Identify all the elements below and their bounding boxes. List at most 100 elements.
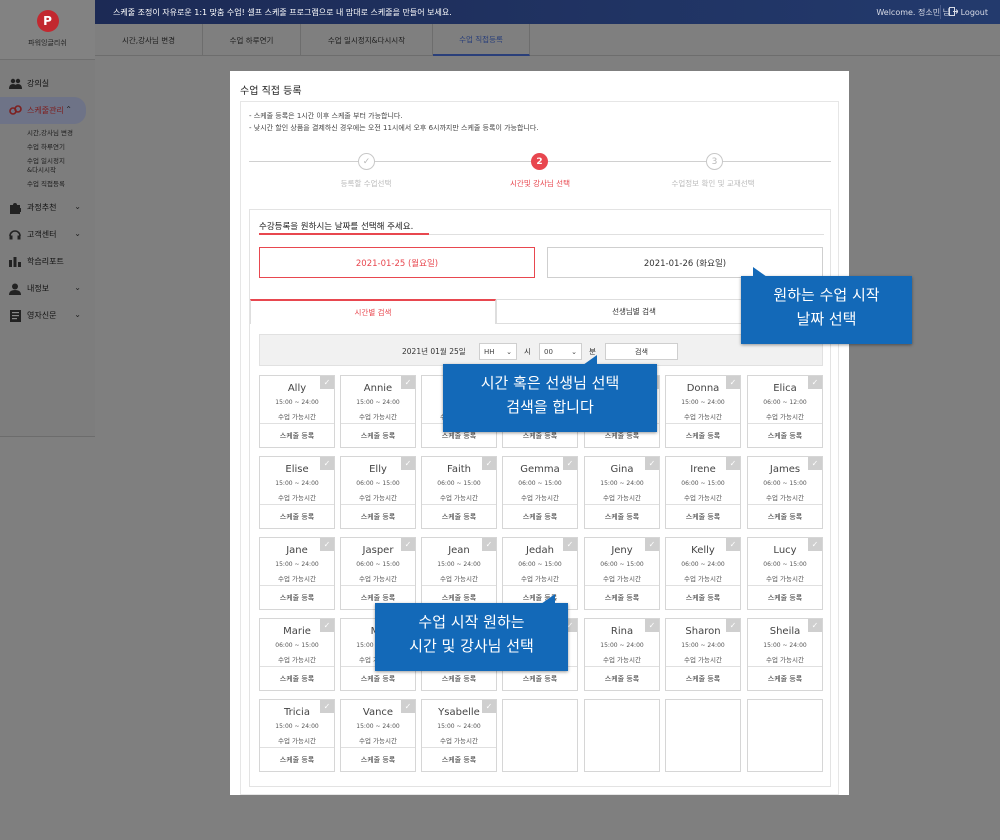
schedule-register-button[interactable]: 스케줄 등록	[260, 504, 334, 528]
teacher-name: Gemma	[520, 464, 560, 475]
teacher-card[interactable]: ✓ Jeny 06:00 ~ 15:00 수업 가능시간 스케줄 등록	[584, 537, 660, 610]
teacher-card[interactable]: ✓ Lucy 06:00 ~ 15:00 수업 가능시간 스케줄 등록	[747, 537, 823, 610]
teacher-card[interactable]: ✓ Annie 15:00 ~ 24:00 수업 가능시간 스케줄 등록	[340, 375, 416, 448]
tab-postpone[interactable]: 수업 하루연기	[203, 24, 301, 56]
teacher-card[interactable]: ✓ Elica 06:00 ~ 12:00 수업 가능시간 스케줄 등록	[747, 375, 823, 448]
teacher-time: 15:00 ~ 24:00	[437, 561, 481, 568]
schedule-register-button[interactable]: 스케줄 등록	[748, 423, 822, 447]
sidebar-item-label: 스케줄관리	[27, 106, 64, 115]
schedule-register-button[interactable]: 스케줄 등록	[666, 423, 740, 447]
schedule-register-button[interactable]: 스케줄 등록	[260, 747, 334, 771]
teacher-card[interactable]: ✓ Rina 15:00 ~ 24:00 수업 가능시간 스케줄 등록	[584, 618, 660, 691]
schedule-register-button[interactable]: 스케줄 등록	[260, 666, 334, 690]
teacher-card[interactable]: ✓ Sharon 15:00 ~ 24:00 수업 가능시간 스케줄 등록	[665, 618, 741, 691]
teacher-card[interactable]: ✓ Ally 15:00 ~ 24:00 수업 가능시간 스케줄 등록	[259, 375, 335, 448]
date-option-1[interactable]: 2021-01-25 (월요일)	[259, 247, 535, 278]
sidebar-subitem-postpone[interactable]: 수업 하루연기	[0, 143, 95, 152]
teacher-time: 06:00 ~ 15:00	[681, 480, 725, 487]
teacher-name: Sharon	[685, 626, 721, 637]
schedule-register-button[interactable]: 스케줄 등록	[260, 585, 334, 609]
tab-bar: 시간,강사님 변경 수업 하루연기 수업 일시정지&다시시작 수업 직접등록	[95, 24, 1000, 56]
teacher-card[interactable]: ✓ Faith 06:00 ~ 15:00 수업 가능시간 스케줄 등록	[421, 456, 497, 529]
teacher-card[interactable]: ✓ Irene 06:00 ~ 15:00 수업 가능시간 스케줄 등록	[665, 456, 741, 529]
teacher-card[interactable]: ✓ Kelly 06:00 ~ 24:00 수업 가능시간 스케줄 등록	[665, 537, 741, 610]
chart-icon	[8, 256, 22, 268]
schedule-register-button[interactable]: 스케줄 등록	[666, 666, 740, 690]
teacher-time: 15:00 ~ 24:00	[356, 723, 400, 730]
sidebar-item-newspaper[interactable]: 영자신문 ⌄	[0, 302, 95, 329]
available-time-label: 수업 가능시간	[766, 494, 804, 502]
teacher-card[interactable]: ✓ Elly 06:00 ~ 15:00 수업 가능시간 스케줄 등록	[340, 456, 416, 529]
sidebar-subitem-change[interactable]: 시간,강사님 변경	[0, 129, 95, 138]
sidebar-item-course[interactable]: 과정추천 ⌄	[0, 194, 95, 221]
teacher-card[interactable]: ✓ Jasper 06:00 ~ 15:00 수업 가능시간 스케줄 등록	[340, 537, 416, 610]
available-time-label: 수업 가능시간	[766, 575, 804, 583]
schedule-register-button[interactable]: 스케줄 등록	[260, 423, 334, 447]
teacher-card[interactable]: ✓ Sheila 15:00 ~ 24:00 수업 가능시간 스케줄 등록	[747, 618, 823, 691]
date-option-2[interactable]: 2021-01-26 (화요일)	[547, 247, 823, 278]
teacher-card[interactable]: ✓ Gemma 06:00 ~ 15:00 수업 가능시간 스케줄 등록	[502, 456, 578, 529]
teacher-card[interactable]: ✓ Marie 06:00 ~ 15:00 수업 가능시간 스케줄 등록	[259, 618, 335, 691]
teacher-card[interactable]: ✓ Vance 15:00 ~ 24:00 수업 가능시간 스케줄 등록	[340, 699, 416, 772]
teacher-card[interactable]: ✓ Ysabelle 15:00 ~ 24:00 수업 가능시간 스케줄 등록	[421, 699, 497, 772]
available-time-label: 수업 가능시간	[278, 413, 316, 421]
schedule-register-button[interactable]: 스케줄 등록	[585, 666, 659, 690]
schedule-register-button[interactable]: 스케줄 등록	[748, 666, 822, 690]
schedule-register-button[interactable]: 스케줄 등록	[748, 504, 822, 528]
sidebar-item-myinfo[interactable]: 내정보 ⌄	[0, 275, 95, 302]
chevron-down-icon: ⌄	[74, 202, 81, 211]
sidebar-subitem-pause[interactable]: 수업 일시정지 &다시시작	[0, 157, 72, 175]
teacher-time: 06:00 ~ 15:00	[275, 642, 319, 649]
schedule-register-button[interactable]: 스케줄 등록	[503, 504, 577, 528]
teacher-card[interactable]: ✓ Jean 15:00 ~ 24:00 수업 가능시간 스케줄 등록	[421, 537, 497, 610]
teacher-time: 06:00 ~ 24:00	[681, 561, 725, 568]
sidebar-item-report[interactable]: 학습리포트	[0, 248, 95, 275]
teacher-time: 15:00 ~ 24:00	[763, 642, 807, 649]
sidebar-item-classroom[interactable]: 강의실	[0, 70, 95, 97]
puzzle-icon	[8, 202, 22, 214]
search-button[interactable]: 검색	[605, 343, 678, 360]
teacher-time: 06:00 ~ 15:00	[518, 561, 562, 568]
teacher-card[interactable]: ✓ Jedah 06:00 ~ 15:00 수업 가능시간 스케줄 등록	[502, 537, 578, 610]
logo[interactable]: P 파워잉글리쉬	[0, 0, 95, 60]
teacher-card[interactable]: ✓ Tricia 15:00 ~ 24:00 수업 가능시간 스케줄 등록	[259, 699, 335, 772]
teacher-name: Jeny	[611, 545, 633, 556]
teacher-card[interactable]: ✓ Elise 15:00 ~ 24:00 수업 가능시간 스케줄 등록	[259, 456, 335, 529]
sidebar-item-support[interactable]: 고객센터 ⌄	[0, 221, 95, 248]
schedule-register-button[interactable]: 스케줄 등록	[341, 423, 415, 447]
user-icon	[8, 283, 22, 295]
teacher-card[interactable]: ✓ Jane 15:00 ~ 24:00 수업 가능시간 스케줄 등록	[259, 537, 335, 610]
teacher-card[interactable]: ✓ Donna 15:00 ~ 24:00 수업 가능시간 스케줄 등록	[665, 375, 741, 448]
teacher-time: 15:00 ~ 24:00	[356, 399, 400, 406]
teacher-name: Ally	[287, 383, 307, 394]
schedule-register-button[interactable]: 스케줄 등록	[422, 504, 496, 528]
schedule-register-button[interactable]: 스케줄 등록	[748, 585, 822, 609]
teacher-name: Elica	[773, 383, 797, 394]
schedule-register-button[interactable]: 스케줄 등록	[585, 585, 659, 609]
available-time-label: 수업 가능시간	[603, 656, 641, 664]
schedule-register-button[interactable]: 스케줄 등록	[666, 504, 740, 528]
teacher-card[interactable]: ✓ James 06:00 ~ 15:00 수업 가능시간 스케줄 등록	[747, 456, 823, 529]
date-heading: 수강등록을 원하시는 날짜를 선택해 주세요.	[259, 222, 414, 232]
tab-pause[interactable]: 수업 일시정지&다시시작	[301, 24, 433, 56]
logout-button[interactable]: Logout	[939, 5, 988, 19]
teacher-card[interactable]: ✓ Gina 15:00 ~ 24:00 수업 가능시간 스케줄 등록	[584, 456, 660, 529]
tab-change[interactable]: 시간,강사님 변경	[95, 24, 203, 56]
schedule-register-button[interactable]: 스케줄 등록	[585, 504, 659, 528]
schedule-register-button[interactable]: 스케줄 등록	[666, 585, 740, 609]
tab-direct-register[interactable]: 수업 직접등록	[433, 24, 530, 56]
available-time-label: 수업 가능시간	[766, 656, 804, 664]
hour-select[interactable]: HH ⌄	[479, 343, 517, 360]
tab-search-by-time[interactable]: 시간별 검색	[250, 299, 496, 324]
available-time-label: 수업 가능시간	[359, 413, 397, 421]
teacher-name: Annie	[363, 383, 393, 394]
sidebar-subitem-direct[interactable]: 수업 직접등록	[0, 180, 95, 189]
tab-search-by-teacher[interactable]: 선생님별 검색	[496, 299, 772, 324]
sidebar-item-schedule[interactable]: 스케줄관리 ⌃	[0, 97, 86, 124]
minute-select[interactable]: 00 ⌄	[539, 343, 582, 360]
schedule-register-button[interactable]: 스케줄 등록	[341, 504, 415, 528]
schedule-register-button[interactable]: 스케줄 등록	[341, 747, 415, 771]
schedule-register-button[interactable]: 스케줄 등록	[422, 747, 496, 771]
teacher-name: Gina	[610, 464, 634, 475]
empty-card	[747, 699, 823, 772]
